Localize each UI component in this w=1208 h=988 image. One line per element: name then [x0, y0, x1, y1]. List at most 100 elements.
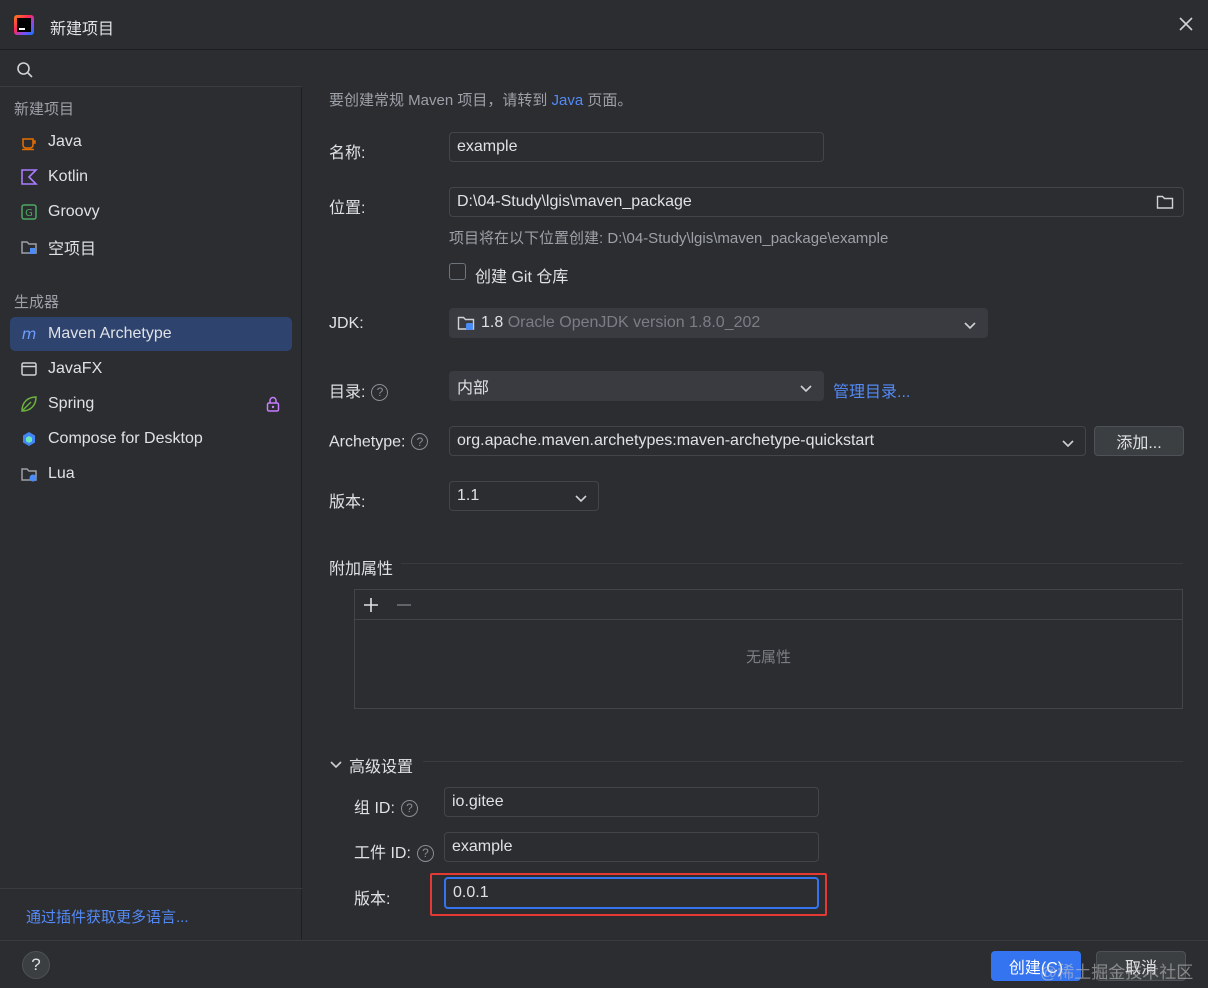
sidebar-item-javafx[interactable]: JavaFX [10, 352, 292, 386]
extra-props-table: 无属性 [354, 589, 1183, 709]
chevron-down-icon [799, 381, 813, 399]
manage-catalogs-link[interactable]: 管理目录... [833, 378, 910, 402]
search-icon [16, 61, 34, 84]
catalog-select[interactable]: 内部 [449, 371, 824, 401]
name-field[interactable]: example [449, 132, 824, 162]
sidebar-item-label: Kotlin [48, 168, 89, 185]
jdk-label: JDK: [329, 315, 364, 332]
sidebar-item-label: Groovy [48, 203, 100, 220]
sidebar-item-label: Lua [48, 465, 75, 482]
lock-icon [266, 396, 280, 417]
generators-section-title: 生成器 [14, 294, 60, 311]
sidebar-item-java[interactable]: Java [10, 125, 292, 159]
extra-props-header: 附加属性 [329, 561, 394, 578]
section-divider [423, 761, 1183, 762]
sidebar-item-spring[interactable]: Spring [10, 387, 292, 421]
sidebar-item-kotlin[interactable]: Kotlin [10, 160, 292, 194]
help-button[interactable]: ? [22, 951, 50, 979]
catalog-label: 目录:? [329, 378, 389, 402]
advanced-settings-header: 高级设置 [349, 759, 414, 776]
version-label: 版本: [329, 494, 366, 511]
help-icon[interactable]: ? [400, 799, 418, 817]
archetype-label: Archetype:? [329, 433, 429, 452]
project-form: 要创建常规 Maven 项目，请转到 Java 页面。 名称: example … [303, 51, 1208, 940]
location-value: D:\04-Study\lgis\maven_package [457, 193, 692, 210]
help-icon[interactable]: ? [416, 844, 434, 862]
browse-folder-icon[interactable] [1156, 194, 1174, 215]
help-icon[interactable]: ? [411, 433, 429, 450]
hint-text: 要创建常规 Maven 项目，请转到 [329, 92, 552, 109]
sidebar-item-label: 空项目 [48, 241, 97, 258]
sidebar-item-maven-archetype[interactable]: m Maven Archetype [10, 317, 292, 351]
group-id-label: 组 ID:? [354, 794, 418, 818]
archetype-label-text: Archetype: [329, 433, 406, 451]
groovy-icon: G [20, 203, 38, 221]
adv-version-field[interactable]: 0.0.1 [444, 877, 819, 909]
sidebar-item-empty-project[interactable]: 空项目 [10, 230, 292, 264]
artifact-id-label: 工件 ID:? [354, 839, 434, 863]
sidebar-item-label: Compose for Desktop [48, 430, 203, 447]
archetype-select[interactable]: org.apache.maven.archetypes:maven-archet… [449, 426, 1086, 456]
chevron-down-icon [329, 760, 343, 770]
lua-icon [20, 465, 38, 483]
sidebar-item-label: JavaFX [48, 360, 103, 377]
advanced-settings-toggle[interactable]: 高级设置 [329, 753, 413, 777]
intellij-idea-logo-icon [14, 15, 34, 35]
adv-version-value: 0.0.1 [453, 884, 489, 901]
jdk-version: 1.8 [481, 314, 504, 331]
sidebar-item-groovy[interactable]: G Groovy [10, 195, 292, 229]
props-toolbar [355, 590, 1182, 620]
help-icon[interactable]: ? [371, 383, 389, 401]
get-more-languages-link[interactable]: 通过插件获取更多语言... [26, 906, 189, 927]
kotlin-icon [20, 168, 38, 186]
dialog-footer: ? 创建(C) 取消 @稀土掘金技术社区 [0, 940, 1208, 988]
window-icon [20, 360, 38, 378]
artifact-id-field[interactable]: example [444, 832, 819, 862]
sidebar-item-lua[interactable]: Lua [10, 457, 292, 491]
add-archetype-button[interactable]: 添加... [1094, 426, 1184, 456]
location-hint: 项目将在以下位置创建: D:\04-Study\lgis\maven_packa… [449, 230, 889, 247]
catalog-value: 内部 [457, 380, 490, 397]
hint-text-suffix: 页面。 [583, 92, 633, 109]
jdk-select[interactable]: 1.8 Oracle OpenJDK version 1.8.0_202 [449, 308, 988, 338]
sidebar-item-compose-for-desktop[interactable]: Compose for Desktop [10, 422, 292, 456]
folder-icon [20, 238, 38, 256]
group-id-label-text: 组 ID: [354, 800, 395, 817]
spring-leaf-icon [20, 395, 38, 413]
compose-icon [20, 430, 38, 448]
sidebar-item-label: Maven Archetype [48, 325, 172, 342]
maven-hint: 要创建常规 Maven 项目，请转到 Java 页面。 [329, 89, 632, 110]
title-bar: 新建项目 [0, 0, 1208, 50]
svg-text:G: G [25, 208, 33, 219]
chevron-down-icon [1061, 436, 1075, 454]
empty-props-text: 无属性 [745, 649, 791, 666]
sidebar-item-label: Spring [48, 395, 95, 412]
jdk-detail: Oracle OpenJDK version 1.8.0_202 [507, 314, 761, 331]
location-field[interactable]: D:\04-Study\lgis\maven_package [449, 187, 1184, 217]
remove-icon[interactable] [395, 596, 413, 619]
group-id-field[interactable]: io.gitee [444, 787, 819, 817]
java-cup-icon [20, 133, 38, 151]
artifact-id-label-text: 工件 ID: [354, 845, 411, 862]
jdk-folder-icon [457, 315, 475, 331]
java-page-link[interactable]: Java [552, 92, 584, 109]
sidebar-divider [0, 888, 302, 889]
window-title: 新建项目 [50, 21, 115, 38]
section-divider [401, 563, 1183, 564]
version-value: 1.1 [457, 487, 480, 504]
svg-text:m: m [22, 325, 37, 343]
catalog-label-text: 目录: [329, 384, 366, 401]
add-icon[interactable] [362, 596, 380, 619]
close-icon[interactable] [1174, 12, 1198, 36]
location-label: 位置: [329, 200, 366, 217]
new-project-section-title: 新建项目 [14, 101, 75, 118]
artifact-id-value: example [452, 838, 513, 855]
maven-icon: m [20, 325, 38, 343]
create-git-label: 创建 Git 仓库 [475, 269, 569, 286]
version-select[interactable]: 1.1 [449, 481, 599, 511]
sidebar-item-label: Java [48, 133, 82, 150]
name-label: 名称: [329, 145, 366, 162]
chevron-down-icon [963, 318, 977, 336]
search-input[interactable] [0, 51, 302, 87]
create-git-checkbox[interactable] [449, 263, 466, 280]
